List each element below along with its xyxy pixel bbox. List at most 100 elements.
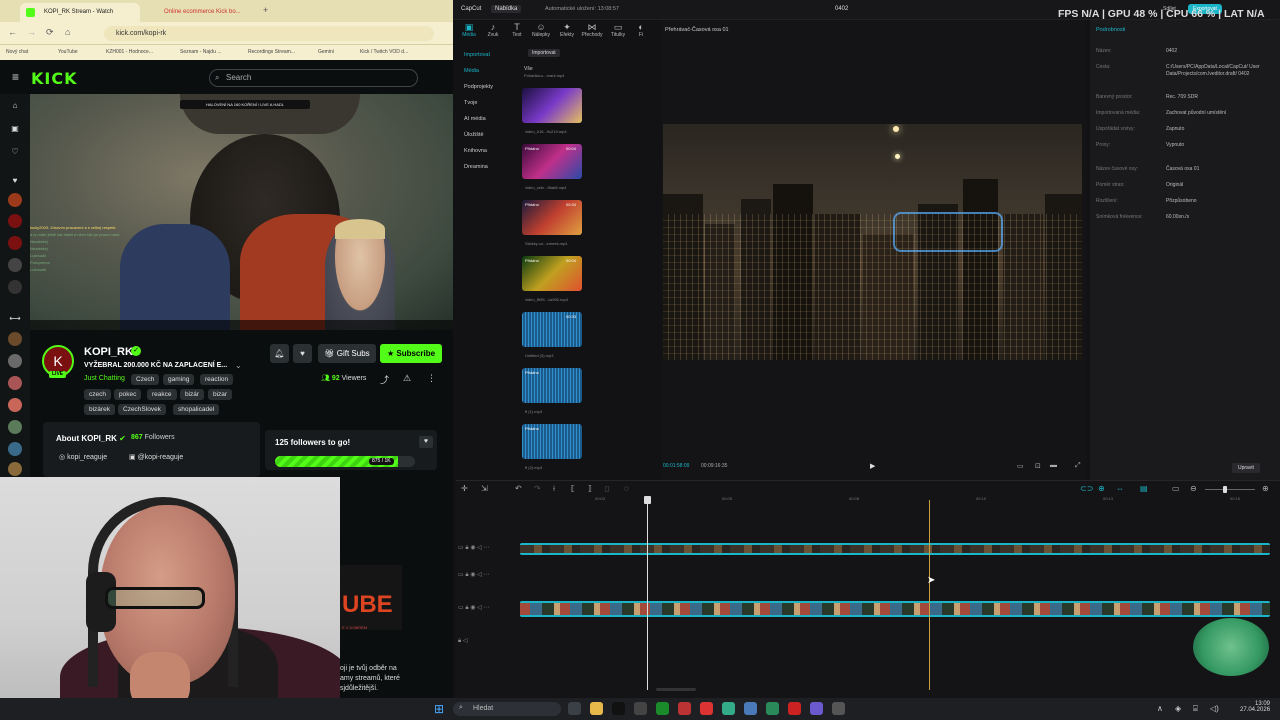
category-link[interactable]: Just Chatting xyxy=(84,375,125,382)
channel-avatar[interactable] xyxy=(8,398,22,412)
track-thumb-icon[interactable]: ▭ xyxy=(458,572,464,578)
xbox-icon[interactable] xyxy=(656,702,669,715)
zoom-out-icon[interactable]: ⊖ xyxy=(1190,484,1197,493)
preview-axis-icon[interactable]: ⇔ xyxy=(1116,484,1124,493)
channel-avatar[interactable] xyxy=(8,332,22,346)
bookmark[interactable]: Recordings Stream... xyxy=(248,49,295,55)
channel-avatar[interactable] xyxy=(8,354,22,368)
crop-icon[interactable]: ⊡ xyxy=(1035,462,1041,470)
import-button[interactable]: Importovat xyxy=(528,49,560,57)
back-icon[interactable]: ← xyxy=(8,27,17,37)
tag-chip[interactable]: pokec xyxy=(114,389,142,400)
ratio-icon[interactable]: ▭ xyxy=(1017,462,1024,470)
channel-avatar[interactable] xyxy=(8,462,22,476)
play-icon[interactable]: ▶ xyxy=(870,462,875,470)
zoom-in-icon[interactable]: ⊕ xyxy=(1262,484,1269,493)
tag-chip[interactable]: CzechSlovek xyxy=(118,404,166,415)
video-track-main[interactable] xyxy=(520,601,1270,617)
tool-media[interactable]: ▣ Média xyxy=(458,22,480,38)
discord-icon[interactable] xyxy=(810,702,823,715)
more-icon[interactable]: ⋯ xyxy=(483,605,489,611)
tiktok-icon[interactable] xyxy=(612,702,625,715)
lock-icon[interactable]: 🔒︎ xyxy=(465,545,468,551)
tag-chip[interactable]: bizar xyxy=(208,389,233,400)
link-icon[interactable]: ⊕ xyxy=(1098,484,1105,493)
new-tab-icon[interactable]: + xyxy=(263,5,268,15)
fit-icon[interactable]: ▬ xyxy=(1050,462,1057,469)
x-link[interactable]: ▣ @kopi-reaguje xyxy=(129,453,183,461)
more-icon[interactable]: ⋮ xyxy=(427,373,436,384)
channel-avatar[interactable] xyxy=(8,420,22,434)
channel-avatar[interactable] xyxy=(8,280,22,294)
home-icon[interactable]: ⌂ xyxy=(65,27,70,37)
tag-chip[interactable]: bizárek xyxy=(84,404,115,415)
sidebar-item-import[interactable]: Importovat xyxy=(464,52,490,58)
lock-icon[interactable]: 🔒︎ xyxy=(465,572,468,578)
obs-icon[interactable] xyxy=(634,702,647,715)
chrome-icon[interactable] xyxy=(722,702,735,715)
channel-avatar[interactable] xyxy=(8,376,22,390)
mute-icon[interactable]: ◁ xyxy=(477,572,482,578)
tool-transitions[interactable]: ⋈ Přechody xyxy=(581,22,603,38)
tray-chevron-icon[interactable]: ∧ xyxy=(1157,704,1163,713)
opera-gx-icon[interactable] xyxy=(788,702,801,715)
delete-icon[interactable]: ▯ xyxy=(605,484,609,493)
instagram-link[interactable]: ◎ kopi_reaguje xyxy=(59,453,107,461)
channel-avatar[interactable] xyxy=(8,442,22,456)
notification-button[interactable]: 🔔︎ xyxy=(270,344,289,363)
chevron-down-icon[interactable]: ⌄ xyxy=(235,361,242,370)
channel-avatar[interactable] xyxy=(8,258,22,272)
bookmark[interactable]: Nový chat xyxy=(6,49,28,55)
eye-icon[interactable]: ◉ xyxy=(470,545,475,551)
collapse-icon[interactable]: ⟷ xyxy=(8,312,22,326)
track-thumb-icon[interactable]: ▭ xyxy=(458,545,464,551)
network-icon[interactable]: ⌸ xyxy=(1193,704,1198,714)
share-icon[interactable]: ⤴ xyxy=(380,373,389,386)
lock-icon[interactable]: 🔒︎ xyxy=(465,605,468,611)
menu-icon[interactable]: ≡ xyxy=(12,70,19,84)
forward-icon[interactable]: → xyxy=(27,27,36,37)
filter-all[interactable]: Vše xyxy=(524,66,533,72)
opera-icon[interactable] xyxy=(700,702,713,715)
track-thumb-icon[interactable]: ▭ xyxy=(458,605,464,611)
playhead-handle[interactable] xyxy=(644,496,651,504)
split-clip-icon[interactable]: ⟊ xyxy=(553,484,555,494)
tool-captions[interactable]: ▭ Titulky xyxy=(607,22,629,38)
zoom-slider[interactable] xyxy=(1205,489,1255,490)
redo-icon[interactable]: ↷ xyxy=(534,484,541,493)
captions-toggle-icon[interactable]: ▭ xyxy=(1172,484,1180,493)
tool-stickers[interactable]: ☺ Nálepky xyxy=(530,22,552,38)
video-track-clip[interactable] xyxy=(520,543,1270,555)
modify-button[interactable]: Upravit xyxy=(1232,463,1260,473)
heart-icon[interactable]: ♥ xyxy=(419,436,433,448)
reload-icon[interactable]: ⟳ xyxy=(46,27,54,38)
tag-chip[interactable]: gaming xyxy=(163,374,195,385)
tag-chip[interactable]: shopalicadel xyxy=(173,404,220,415)
sidebar-item-library[interactable]: Knihovna xyxy=(464,148,487,154)
channel-name[interactable]: KOPI_RK xyxy=(84,346,133,358)
mute-icon[interactable]: ◁ xyxy=(477,545,482,551)
timeline-ruler[interactable]: 00:03 00:05 00:08 00:10 00:13 00:15 xyxy=(520,496,1280,506)
tag-chip[interactable]: czech xyxy=(84,389,111,400)
fullscreen-icon[interactable]: ⤢ xyxy=(1075,462,1081,470)
mute-icon[interactable]: ◁ xyxy=(463,638,468,644)
playhead[interactable] xyxy=(647,496,648,690)
trim-left-icon[interactable]: ⟦ xyxy=(571,484,575,493)
task-view-icon[interactable] xyxy=(568,702,581,715)
sidebar-item-storage[interactable]: Úložiště xyxy=(464,132,484,138)
eye-icon[interactable]: ◉ xyxy=(470,572,475,578)
bookmark[interactable]: Kick / Twitch VOD d... xyxy=(360,49,408,55)
tag-chip[interactable]: bizár xyxy=(180,389,205,400)
zoom-slider-handle[interactable] xyxy=(1223,486,1227,493)
sidebar-item-subprojects[interactable]: Podprojekty xyxy=(464,84,493,90)
gift-subs-button[interactable]: 🎁︎ Gift Subs xyxy=(318,344,376,363)
tag-chip[interactable]: reakce xyxy=(147,389,177,400)
volume-icon[interactable]: ◁) xyxy=(1210,704,1219,713)
capcut-active-icon[interactable] xyxy=(832,702,845,715)
tool-filters[interactable]: ◐ Fi xyxy=(630,22,652,38)
bookmark[interactable]: KZH001 - Hodnoce... xyxy=(106,49,153,55)
lock-icon[interactable]: 🔒︎ xyxy=(458,638,461,644)
trim-right-icon[interactable]: ⟧ xyxy=(588,484,592,493)
url-field[interactable]: kick.com/kopi-rk xyxy=(104,26,434,41)
tag-chip[interactable]: Czech xyxy=(131,374,160,385)
